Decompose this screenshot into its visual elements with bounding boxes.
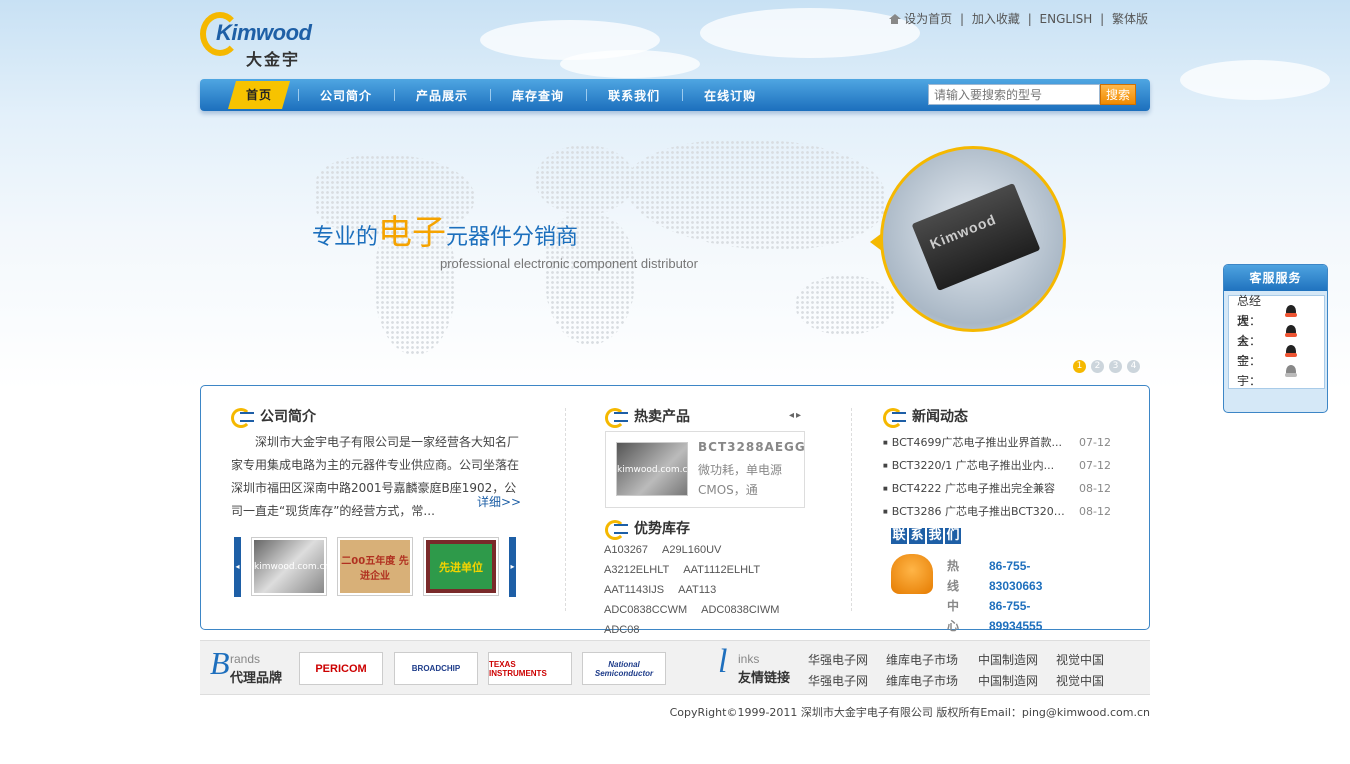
search-box: 搜索	[928, 84, 1136, 105]
footer-band: Brands 代理品牌 PERICOM BROADCHIP TEXAS INSTR…	[200, 640, 1150, 695]
add-favorite-link[interactable]: 加入收藏	[972, 12, 1020, 26]
stock-item[interactable]: AAT1143IJS	[604, 580, 664, 600]
brand-pericom-logo[interactable]: PERICOM	[299, 652, 383, 685]
news-list: BCT4699广芯电子推出业界首款...07-12 BCT3220/1 广芯电子…	[883, 431, 1138, 523]
nav-products[interactable]: 产品展示	[394, 87, 490, 104]
banner-tagline: 专业的电子元器件分销商	[312, 213, 579, 253]
slide-dot-2[interactable]: 2	[1091, 360, 1104, 373]
hot-products-title: 热卖产品	[605, 406, 690, 428]
certificate-carousel: ◂ kimwood.com.cn 二00五年度 先进企业 先进单位 ▸	[234, 537, 516, 597]
friend-link[interactable]: 维库电子市场	[886, 672, 978, 689]
qq-online-icon[interactable]	[1283, 304, 1299, 318]
qq-online-icon[interactable]	[1283, 344, 1299, 358]
slide-indicators: 1 2 3 4	[1073, 360, 1140, 373]
friend-link[interactable]: 视觉中国	[1056, 651, 1126, 668]
section-logo-icon	[231, 408, 255, 428]
customer-service-panel: 客服服务 总经理： 大 大： 金 金： 宇 宇：	[1223, 264, 1328, 413]
section-logo-icon	[883, 408, 907, 428]
qq-online-icon[interactable]	[1283, 324, 1299, 338]
stock-item[interactable]: A103267	[604, 540, 648, 560]
english-link[interactable]: ENGLISH	[1040, 12, 1093, 26]
search-input[interactable]	[928, 84, 1100, 105]
logo-text-cn: 大金宇	[246, 50, 301, 69]
header: Kimwood 大金宇 设为首页 | 加入收藏 | ENGLISH | 繁体版	[200, 0, 1150, 80]
content-panel: 公司简介 深圳市大金宇电子有限公司是一家经营各大知名厂家专用集成电路为主的元器件…	[200, 385, 1150, 636]
friend-link[interactable]: 中国制造网	[978, 672, 1056, 689]
news-item[interactable]: BCT3220/1 广芯电子推出业内...07-12	[883, 454, 1138, 477]
stock-item[interactable]: ADC0838CCWM	[604, 600, 687, 620]
stock-list: A103267 A29L160UVA3212ELHLT AAT1112ELHLTAA…	[604, 540, 814, 640]
nav-about[interactable]: 公司简介	[298, 87, 394, 104]
nav-home[interactable]: 首页	[228, 81, 290, 109]
friend-link[interactable]: 华强电子网	[808, 672, 886, 689]
nav-contact[interactable]: 联系我们	[586, 87, 682, 104]
certificate-image[interactable]: kimwood.com.cn	[251, 537, 330, 596]
top-links: 设为首页 | 加入收藏 | ENGLISH | 繁体版	[887, 10, 1150, 27]
about-title: 公司简介	[231, 406, 316, 428]
about-more-link[interactable]: 详细>>	[477, 493, 521, 510]
stock-item[interactable]: AAT1112ELHLT	[683, 560, 760, 580]
copyright: CopyRight©1999-2011 深圳市大金宇电子有限公司 版权所有Ema…	[669, 706, 1150, 719]
telephone-icon	[891, 554, 933, 594]
product-name: BCT3288AEGG	[698, 440, 806, 454]
hotline-labels: 热 线中 心	[947, 559, 960, 633]
carousel-prev-button[interactable]: ◂	[234, 537, 241, 597]
slide-dot-4[interactable]: 4	[1127, 360, 1140, 373]
certificate-image[interactable]: 二00五年度 先进企业	[337, 537, 413, 596]
stock-title: 优势库存	[605, 518, 690, 540]
section-logo-icon	[605, 520, 629, 540]
news-item[interactable]: BCT4222 广芯电子推出完全兼容08-12	[883, 477, 1138, 500]
brand-broadchip-logo[interactable]: BROADCHIP	[394, 652, 478, 685]
chip-label: Kimwood	[927, 210, 999, 253]
stock-item[interactable]: A3212ELHLT	[604, 560, 669, 580]
stock-item[interactable]: ADC0838CIWM	[701, 600, 779, 620]
friend-link[interactable]: 视觉中国	[1056, 672, 1126, 689]
stock-item[interactable]: A29L160UV	[662, 540, 721, 560]
friend-link[interactable]: 华强电子网	[808, 651, 886, 668]
carousel-next-button[interactable]: ▸	[509, 537, 516, 597]
slide-dot-3[interactable]: 3	[1109, 360, 1122, 373]
set-home-link[interactable]: 设为首页	[904, 12, 952, 26]
news-item[interactable]: BCT4699广芯电子推出业界首款...07-12	[883, 431, 1138, 454]
traditional-chinese-link[interactable]: 繁体版	[1112, 12, 1148, 26]
brand-ti-logo[interactable]: TEXAS INSTRUMENTS	[488, 652, 572, 685]
service-contact[interactable]: 宇 宇：	[1237, 354, 1324, 388]
qq-offline-icon[interactable]	[1283, 364, 1299, 378]
slide-dot-1[interactable]: 1	[1073, 360, 1086, 373]
friend-link[interactable]: 中国制造网	[978, 651, 1056, 668]
phone-numbers: 86-755-83030663 86-755-89934555	[989, 559, 1043, 633]
certificate-image[interactable]: 先进单位	[423, 537, 499, 596]
nav-order[interactable]: 在线订购	[682, 87, 778, 104]
section-logo-icon	[605, 408, 629, 428]
chip-image: Kimwood	[880, 146, 1066, 332]
news-item[interactable]: BCT3286 广芯电子推出BCT320炫...08-12	[883, 500, 1138, 523]
home-icon	[889, 14, 902, 24]
stock-item[interactable]: ADC08	[604, 620, 639, 640]
product-image: kimwood.com.cn	[616, 442, 693, 496]
contact-title: 联系我们	[891, 528, 961, 544]
banner-subtitle: professional electronic component distri…	[440, 256, 698, 271]
stock-item[interactable]: AAT113	[678, 580, 716, 600]
contact-block: 联系我们 热 线中 心 86-755-83030663 86-755-899345…	[891, 528, 1042, 633]
nav-stock[interactable]: 库存查询	[490, 87, 586, 104]
product-arrows[interactable]: ◂▸	[789, 410, 803, 421]
logo[interactable]: Kimwood 大金宇	[200, 10, 320, 69]
friend-links: 华强电子网 维库电子市场 中国制造网 视觉中国 华强电子网 维库电子市场 中国制…	[808, 651, 1138, 689]
news-title: 新闻动态	[883, 406, 968, 428]
search-button[interactable]: 搜索	[1100, 84, 1136, 105]
main-nav: 首页 公司简介 产品展示 库存查询 联系我们 在线订购 搜索	[200, 79, 1150, 111]
product-card[interactable]: kimwood.com.cn BCT3288AEGG 微功耗，单电源CMOS，通	[605, 431, 805, 508]
brand-national-logo[interactable]: National Semiconductor	[582, 652, 666, 685]
product-desc: 微功耗，单电源CMOS，通	[698, 463, 783, 497]
logo-text-en: Kimwood	[216, 20, 312, 45]
friend-link[interactable]: 维库电子市场	[886, 651, 978, 668]
service-title: 客服服务	[1224, 265, 1327, 291]
banner: 专业的电子元器件分销商 professional electronic comp…	[200, 120, 1150, 380]
